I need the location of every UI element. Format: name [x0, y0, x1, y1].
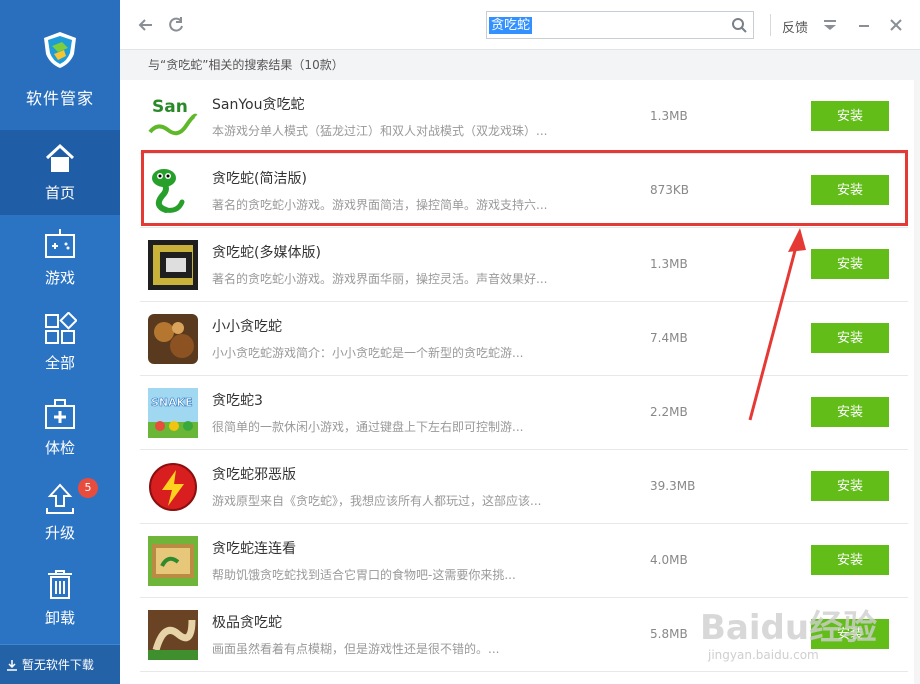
minimize-button[interactable] — [854, 15, 874, 35]
result-description: 很简单的一款休闲小游戏，通过键盘上下左右即可控制游... — [212, 420, 524, 434]
trash-icon — [48, 570, 72, 599]
close-button[interactable] — [886, 15, 906, 35]
grid-icon — [45, 312, 77, 344]
result-row: 贪吃蛇(多媒体版) 著名的贪吃蛇小游戏。游戏界面华丽，操控灵活。声音效果好...… — [140, 228, 908, 302]
result-description: 小小贪吃蛇游戏简介：小小贪吃蛇是一个新型的贪吃蛇游... — [212, 346, 524, 360]
result-size: 39.3MB — [650, 479, 696, 493]
result-size: 1.3MB — [650, 257, 688, 271]
top-toolbar: 贪吃蛇 反馈 — [120, 0, 920, 50]
list-scrollbar[interactable] — [914, 80, 920, 684]
result-title[interactable]: 贪吃蛇3 — [212, 390, 263, 410]
lightning-thumbnail[interactable] — [148, 462, 198, 512]
menu-dropdown-button[interactable] — [820, 15, 840, 35]
download-status-bar[interactable]: 暂无软件下载 — [0, 644, 120, 684]
svg-text:SNAKE: SNAKE — [151, 396, 193, 409]
menu-dropdown-icon — [824, 20, 836, 30]
minimize-icon — [859, 25, 869, 27]
install-button[interactable]: 安装 — [811, 619, 889, 649]
result-size: 4.0MB — [650, 553, 688, 567]
install-button[interactable]: 安装 — [811, 323, 889, 353]
result-description: 著名的贪吃蛇小游戏。游戏界面华丽，操控灵活。声音效果好... — [212, 272, 548, 286]
brown-snake-thumbnail[interactable] — [148, 314, 198, 364]
feedback-link[interactable]: 反馈 — [782, 17, 808, 36]
shield-logo-icon — [44, 32, 76, 68]
result-size: 1.3MB — [650, 109, 688, 123]
install-button[interactable]: 安装 — [811, 249, 889, 279]
result-description: 著名的贪吃蛇小游戏。游戏界面简洁，操控简单。游戏支持六... — [212, 198, 548, 212]
nav-item-checkup[interactable]: 体检 — [0, 385, 120, 470]
result-title[interactable]: 极品贪吃蛇 — [212, 612, 282, 632]
nav-item-home[interactable]: 首页 — [0, 130, 120, 215]
logo-area: 软件管家 — [0, 0, 120, 130]
refresh-button[interactable] — [166, 15, 186, 35]
medical-kit-icon — [45, 399, 75, 429]
nav-label-checkup: 体检 — [44, 439, 75, 457]
search-input[interactable] — [487, 12, 719, 38]
matchup-thumbnail[interactable] — [148, 536, 198, 586]
result-size: 7.4MB — [650, 331, 688, 345]
sidebar: 软件管家 首页 游戏 全部 体检 升级 卸载 5 暂无软件下载 — [0, 0, 120, 684]
upload-arrow-icon — [46, 483, 74, 514]
result-title[interactable]: 贪吃蛇(简洁版) — [212, 168, 307, 188]
snake3-thumbnail[interactable]: SNAKE — [148, 388, 198, 438]
result-size: 5.8MB — [650, 627, 688, 641]
download-icon — [7, 659, 17, 671]
result-description: 游戏原型来自《贪吃蛇》，我想应该所有人都玩过，这部应该... — [212, 494, 542, 508]
result-description: 帮助饥饿贪吃蛇找到适合它胃口的食物吧-这需要你来挑... — [212, 568, 516, 582]
result-title[interactable]: 小小贪吃蛇 — [212, 316, 282, 336]
best-snake-thumbnail[interactable] — [148, 610, 198, 660]
install-button[interactable]: 安装 — [811, 175, 889, 205]
result-row: San SanYou贪吃蛇 本游戏分单人模式（猛龙过江）和双人对战模式（双龙戏珠… — [140, 80, 908, 154]
nav-label-upgrade: 升级 — [44, 524, 75, 542]
download-status-text: 暂无软件下载 — [21, 658, 94, 672]
install-button[interactable]: 安装 — [811, 101, 889, 131]
result-title[interactable]: 贪吃蛇(多媒体版) — [212, 242, 321, 262]
result-description: 画面虽然看着有点模糊，但是游戏性还是很不错的。... — [212, 642, 500, 656]
app-name: 软件管家 — [25, 89, 94, 108]
install-button[interactable]: 安装 — [811, 397, 889, 427]
nav-label-home: 首页 — [44, 184, 75, 202]
nav-item-uninstall[interactable]: 卸载 — [0, 555, 120, 640]
result-size: 2.2MB — [650, 405, 688, 419]
result-title[interactable]: 贪吃蛇连连看 — [212, 538, 296, 558]
result-row: 小小贪吃蛇 小小贪吃蛇游戏简介：小小贪吃蛇是一个新型的贪吃蛇游... 7.4MB… — [140, 302, 908, 376]
refresh-icon — [169, 17, 183, 32]
result-row: 贪吃蛇(简洁版) 著名的贪吃蛇小游戏。游戏界面简洁，操控简单。游戏支持六... … — [140, 154, 908, 228]
green-snake-thumbnail[interactable] — [148, 166, 198, 216]
toolbar-divider — [770, 14, 771, 36]
result-row: 极品贪吃蛇 画面虽然看着有点模糊，但是游戏性还是很不错的。... 5.8MB 安… — [140, 598, 908, 672]
results-header: 与“贪吃蛇”相关的搜索结果（10款） — [120, 50, 920, 80]
upgrade-count-badge: 5 — [78, 478, 98, 498]
result-row: 贪吃蛇连连看 帮助饥饿贪吃蛇找到适合它胃口的食物吧-这需要你来挑... 4.0M… — [140, 524, 908, 598]
maze-snake-thumbnail[interactable] — [148, 240, 198, 290]
back-arrow-icon — [138, 19, 152, 31]
nav-item-upgrade[interactable]: 升级 — [0, 470, 120, 555]
result-title[interactable]: 贪吃蛇邪恶版 — [212, 464, 296, 484]
nav-label-games: 游戏 — [44, 269, 75, 287]
nav-label-all: 全部 — [44, 354, 75, 372]
search-icon[interactable] — [731, 17, 747, 33]
back-button[interactable] — [136, 15, 156, 35]
sanyou-snake-thumbnail[interactable]: San — [148, 92, 198, 142]
result-list: San SanYou贪吃蛇 本游戏分单人模式（猛龙过江）和双人对战模式（双龙戏珠… — [120, 80, 920, 684]
result-size: 873KB — [650, 183, 690, 197]
home-icon — [45, 143, 75, 172]
install-button[interactable]: 安装 — [811, 545, 889, 575]
nav-label-uninstall: 卸载 — [44, 609, 75, 627]
result-description: 本游戏分单人模式（猛龙过江）和双人对战模式（双龙戏珠）... — [212, 124, 548, 138]
result-title[interactable]: SanYou贪吃蛇 — [212, 94, 304, 114]
install-button[interactable]: 安装 — [811, 471, 889, 501]
result-row: SNAKE 贪吃蛇3 很简单的一款休闲小游戏，通过键盘上下左右即可控制游... … — [140, 376, 908, 450]
nav-item-games[interactable]: 游戏 — [0, 215, 120, 300]
nav-item-all[interactable]: 全部 — [0, 300, 120, 385]
search-box[interactable]: 贪吃蛇 — [486, 11, 754, 39]
svg-text:San: San — [152, 97, 188, 117]
close-icon — [890, 19, 902, 31]
gamepad-icon — [45, 229, 75, 258]
result-row: 贪吃蛇邪恶版 游戏原型来自《贪吃蛇》，我想应该所有人都玩过，这部应该... 39… — [140, 450, 908, 524]
